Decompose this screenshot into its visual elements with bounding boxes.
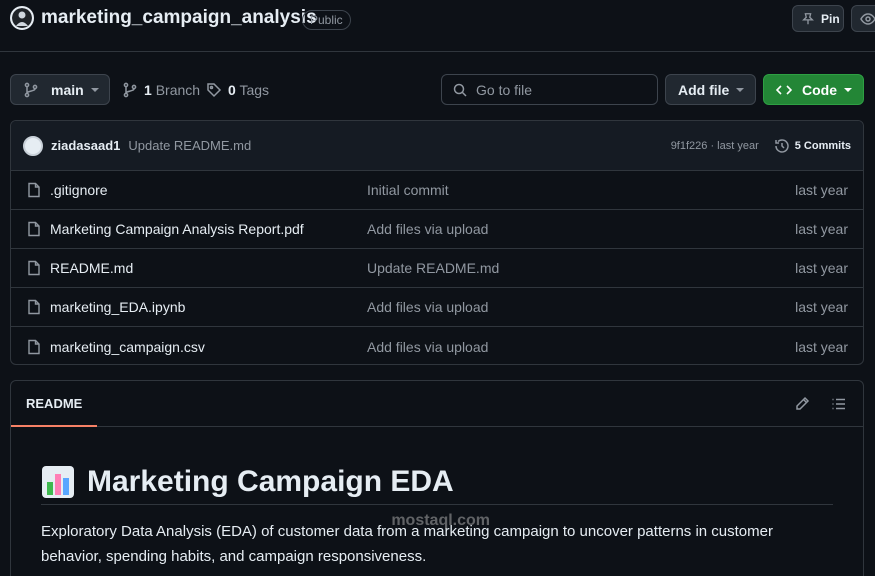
commit-author-avatar[interactable] <box>23 135 43 156</box>
bar-chart-icon <box>41 465 75 499</box>
file-time: last year <box>795 260 848 276</box>
go-to-file-search[interactable]: T <box>441 74 684 105</box>
file-icon <box>26 339 42 355</box>
code-icon <box>776 82 792 98</box>
file-row[interactable]: marketing_campaign.csv Add files via upl… <box>11 327 863 364</box>
branch-label: Branch <box>155 82 201 98</box>
tag-icon <box>206 82 222 98</box>
file-time: last year <box>795 338 848 355</box>
branch-name: main <box>51 81 84 98</box>
file-name[interactable]: marketing_campaign.csv <box>50 339 205 355</box>
list-icon[interactable] <box>831 396 847 412</box>
file-row[interactable]: README.md Update README.md last year <box>11 249 863 288</box>
commits-link[interactable]: 5 Commits <box>774 138 851 154</box>
add-file-button[interactable]: Add file <box>665 74 756 105</box>
file-commit-message[interactable]: Update README.md <box>367 260 499 276</box>
code-button[interactable]: Code <box>763 74 864 105</box>
watermark: mostaql.com <box>391 512 490 529</box>
file-time: last year <box>795 299 848 315</box>
pencil-icon[interactable] <box>794 396 810 412</box>
file-icon <box>26 182 42 198</box>
file-row[interactable]: marketing_EDA.ipynb Add files via upload… <box>11 288 863 327</box>
git-branch-icon <box>122 82 138 98</box>
readme-heading: Marketing Campaign EDA <box>41 459 833 505</box>
chevron-down-icon <box>843 85 853 95</box>
file-name[interactable]: Marketing Campaign Analysis Report.pdf <box>50 221 304 237</box>
file-commit-message[interactable]: Add files via upload <box>367 299 488 315</box>
file-name[interactable]: README.md <box>50 260 133 276</box>
file-table: ziadasaad1 Update README.md 9f1f226 · la… <box>10 120 864 365</box>
repo-name[interactable]: marketing_campaign_analysis <box>41 7 317 29</box>
branch-count: 1 <box>144 82 152 98</box>
tab-readme[interactable]: README <box>11 381 98 427</box>
file-icon <box>26 221 42 237</box>
file-name[interactable]: .gitignore <box>50 182 108 198</box>
readme-header: README <box>11 381 863 427</box>
tag-label: Tags <box>239 82 270 98</box>
search-input[interactable] <box>476 81 657 98</box>
tags-link[interactable]: 0 Tags <box>206 82 269 98</box>
branches-link[interactable]: 1 Branch <box>122 82 200 98</box>
visibility-badge: Public <box>302 10 351 30</box>
file-icon <box>26 299 42 315</box>
owner-avatar[interactable] <box>10 6 34 30</box>
file-row[interactable]: Marketing Campaign Analysis Report.pdf A… <box>11 210 863 249</box>
pin-label: Pin <box>821 11 840 26</box>
file-commit-message[interactable]: Add files via upload <box>367 339 488 355</box>
watch-button[interactable] <box>851 5 875 32</box>
file-name[interactable]: marketing_EDA.ipynb <box>50 299 185 315</box>
tag-count: 0 <box>228 82 236 98</box>
chevron-down-icon <box>735 85 745 95</box>
pin-icon <box>801 12 815 26</box>
eye-icon <box>860 11 875 27</box>
commits-label: 5 Commits <box>794 139 851 152</box>
file-row[interactable]: .gitignore Initial commit last year <box>11 171 863 210</box>
file-time: last year <box>795 182 848 198</box>
commit-message[interactable]: Update README.md <box>128 138 251 153</box>
readme-title: Marketing Campaign EDA <box>87 464 454 498</box>
chevron-down-icon <box>90 85 100 95</box>
readme-panel: README Marketing Campaign EDA Explorator… <box>10 380 864 576</box>
history-icon <box>774 138 790 154</box>
file-commit-message[interactable]: Initial commit <box>367 182 449 198</box>
pin-button[interactable]: Pin <box>792 5 844 32</box>
file-icon <box>26 260 42 276</box>
add-file-label: Add file <box>678 81 730 98</box>
commit-author[interactable]: ziadasaad1 <box>51 138 120 153</box>
commit-hash-time[interactable]: 9f1f226 · last year <box>671 140 759 152</box>
latest-commit-bar: ziadasaad1 Update README.md 9f1f226 · la… <box>11 121 863 171</box>
git-branch-icon <box>23 82 39 98</box>
branch-selector[interactable]: main <box>10 74 110 105</box>
file-commit-message[interactable]: Add files via upload <box>367 221 488 237</box>
search-icon <box>452 82 468 98</box>
file-time: last year <box>795 221 848 237</box>
code-label: Code <box>802 81 837 98</box>
